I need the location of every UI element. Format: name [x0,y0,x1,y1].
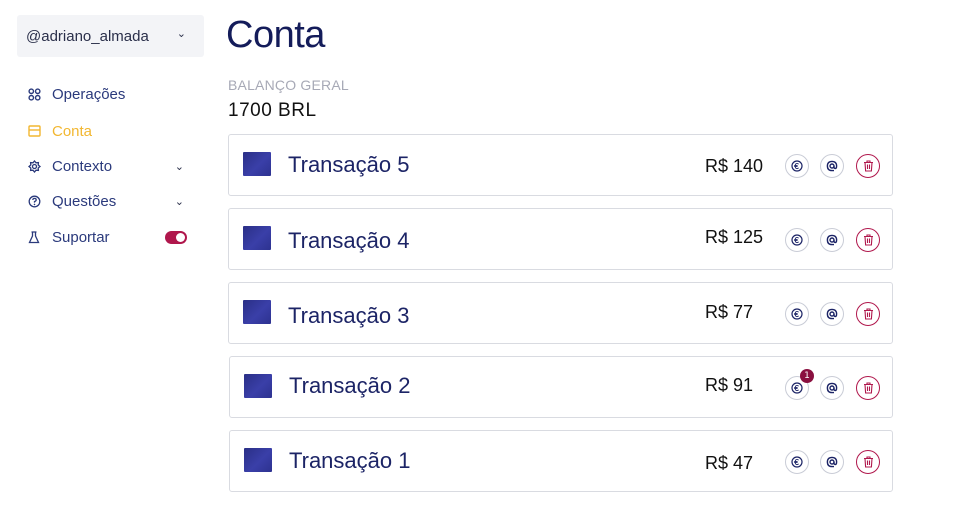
chevron-down-icon: ⌄ [176,28,186,40]
wallet-icon [27,124,41,138]
balance-label: BALANÇO GERAL [228,77,349,93]
support-toggle[interactable] [165,231,187,244]
euro-button[interactable] [785,450,809,474]
sidebar-item-label: Questões [52,192,117,210]
delete-button[interactable] [856,376,880,400]
trash-icon [863,160,873,172]
euro-icon [791,456,803,468]
mention-button[interactable] [820,228,844,252]
transaction-amount: R$ 125 [705,227,764,247]
euro-button[interactable] [785,154,809,178]
flask-icon [27,230,41,244]
transaction-thumbnail [243,152,271,176]
at-icon [826,456,838,468]
transaction-name: Transação 2 [289,373,411,398]
euro-icon [791,308,803,320]
trash-icon [863,308,873,320]
transaction-name: Transação 5 [288,152,410,177]
transaction-card[interactable]: Transação 4 R$ 125 [228,208,893,270]
sidebar-item-label: Conta [52,122,93,140]
sidebar-item-suportar[interactable]: Suportar [27,225,192,249]
at-icon [826,308,838,320]
transaction-amount: R$ 77 [705,302,754,322]
grid-icon [27,87,41,101]
account-selector[interactable]: @adriano_almada ⌄ [17,15,204,57]
sidebar-item-operacoes[interactable]: Operações [27,82,192,106]
trash-icon [863,234,873,246]
trash-icon [863,456,873,468]
help-icon [27,194,41,208]
euro-button[interactable] [785,228,809,252]
mention-button[interactable] [820,302,844,326]
transaction-card[interactable]: Transação 1 R$ 47 [229,430,893,492]
transaction-thumbnail [244,448,272,472]
at-icon [826,382,838,394]
page-title: Conta [226,14,325,56]
transaction-name: Transação 3 [288,303,410,328]
transaction-card[interactable]: Transação 2 R$ 91 1 [229,356,893,418]
transaction-amount: R$ 47 [705,453,754,473]
sidebar-item-conta[interactable]: Conta [27,119,192,143]
transaction-card[interactable]: Transação 3 R$ 77 [228,282,893,344]
at-icon [826,234,838,246]
transaction-amount: R$ 91 [705,375,754,395]
settings-icon [27,159,41,173]
sidebar-item-label: Operações [52,85,126,103]
delete-button[interactable] [856,228,880,252]
notification-badge: 1 [800,369,814,383]
mention-button[interactable] [820,450,844,474]
transaction-amount: R$ 140 [705,156,764,176]
chevron-down-icon: ⌄ [174,160,184,173]
sidebar-item-label: Contexto [52,157,113,175]
mention-button[interactable] [820,376,844,400]
at-icon [826,160,838,172]
euro-icon [791,160,803,172]
trash-icon [863,382,873,394]
sidebar-item-questoes[interactable]: Questões ⌄ [27,189,192,213]
transaction-card[interactable]: Transação 5 R$ 140 [228,134,893,196]
transaction-thumbnail [244,374,272,398]
euro-icon [791,234,803,246]
mention-button[interactable] [820,154,844,178]
balance-value: 1700 BRL [228,100,317,121]
transaction-name: Transação 1 [289,448,411,473]
transaction-thumbnail [243,226,271,250]
delete-button[interactable] [856,450,880,474]
transaction-name: Transação 4 [288,228,410,253]
account-handle: @adriano_almada [26,27,149,45]
euro-icon [791,382,803,394]
delete-button[interactable] [856,154,880,178]
chevron-down-icon: ⌄ [174,195,184,208]
transaction-thumbnail [243,300,271,324]
sidebar-item-contexto[interactable]: Contexto ⌄ [27,154,192,178]
sidebar: @adriano_almada ⌄ Operações Conta Contex… [0,0,215,513]
sidebar-item-label: Suportar [52,228,110,246]
delete-button[interactable] [856,302,880,326]
euro-button[interactable] [785,302,809,326]
